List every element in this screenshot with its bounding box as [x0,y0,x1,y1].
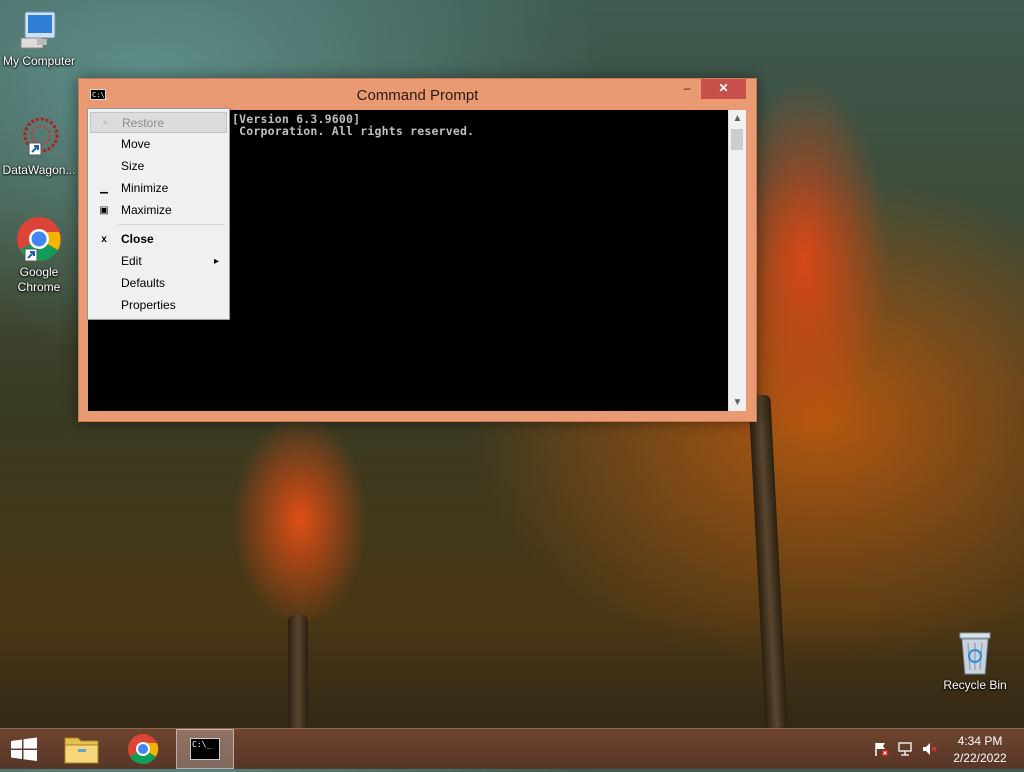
start-button[interactable] [0,729,48,769]
restore-icon: ▫ [103,118,107,129]
clock-time[interactable]: 4:34 PM [945,734,1015,748]
desktop-icon-datawagon[interactable]: DataWagon... [0,115,78,178]
console-line: Corporation. All rights reserved. [232,124,475,138]
recycle-bin-icon [955,630,995,676]
computer-icon [17,10,61,52]
menu-item-restore: ▫ Restore [90,112,227,133]
chrome-icon [15,215,63,263]
desktop-icon-label: My Computer [2,54,76,68]
menu-item-properties[interactable]: Properties [90,295,227,316]
menu-item-defaults[interactable]: Defaults [90,273,227,294]
desktop-icon-label: Recycle Bin [943,678,1007,692]
volume-muted-icon[interactable] [921,741,937,757]
menu-item-label: Restore [122,116,165,130]
menu-item-minimize[interactable]: ▁ Minimize [90,178,227,199]
minimize-icon: ▁ [100,183,108,194]
taskbar-google-chrome[interactable] [115,729,171,769]
menu-item-label: Maximize [121,203,172,217]
close-button[interactable]: ✕ [701,79,746,99]
menu-item-label: Move [121,137,151,151]
menu-item-label: Defaults [121,276,166,290]
desktop-icon-label: DataWagon... [2,163,76,177]
action-center-flag-icon[interactable] [873,741,889,757]
desktop-icon-recycle-bin[interactable]: Recycle Bin [936,630,1014,693]
window-title: Command Prompt [356,87,479,104]
cmd-icon-glyph: C:\_ [192,740,212,749]
menu-item-maximize[interactable]: ▣ Maximize [90,200,227,221]
datawagon-shortcut-icon [15,115,63,161]
clock-date[interactable]: 2/22/2022 [945,751,1015,765]
cmd-icon: C:\_ [190,738,220,760]
menu-item-close[interactable]: x Close [90,229,227,250]
minimize-button[interactable]: – [674,79,700,99]
system-context-menu: ▫ Restore Move Size ▁ Minimize ▣ Maximiz… [87,108,230,320]
menu-item-edit[interactable]: Edit ▸ [90,251,227,272]
desktop-icon-my-computer[interactable]: My Computer [0,10,78,69]
vertical-scrollbar[interactable]: ▲ ▼ [728,110,746,411]
minimize-icon: – [683,81,691,95]
taskbar-command-prompt[interactable]: C:\_ [176,729,234,769]
submenu-arrow-icon: ▸ [213,256,219,267]
menu-item-label: Properties [121,298,176,312]
folder-icon [64,737,99,764]
taskbar: C:\_ 4:34 PM 2/22/2022 [0,728,1024,769]
menu-separator [118,224,225,225]
menu-item-label: Minimize [121,181,169,195]
taskbar-file-explorer[interactable] [54,729,110,769]
scroll-down-arrow-icon[interactable]: ▼ [729,394,746,411]
menu-item-label: Size [121,159,145,173]
desktop-icon-label: Google Chrome [17,265,61,294]
maximize-icon: ▣ [99,205,109,216]
network-icon[interactable] [897,741,913,757]
menu-item-label: Close [121,232,154,246]
windows-logo-icon [11,737,37,761]
menu-item-label: Edit [121,254,142,268]
scroll-up-arrow-icon[interactable]: ▲ [729,110,746,127]
close-icon: ✕ [718,81,729,95]
chrome-icon [128,734,159,765]
desktop-icon-google-chrome[interactable]: Google Chrome [0,215,78,295]
flower-stem [748,394,788,729]
flower-stem [288,615,308,728]
menu-item-size[interactable]: Size [90,156,227,177]
scroll-thumb[interactable] [731,129,743,150]
title-bar[interactable]: C:\_ Command Prompt – □ [79,79,756,111]
close-icon: x [101,234,107,245]
menu-item-move[interactable]: Move [90,134,227,155]
